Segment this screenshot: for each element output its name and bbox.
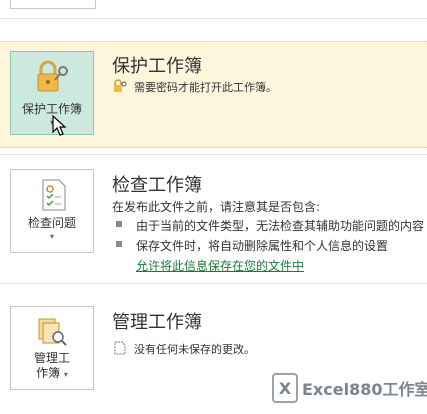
bullet-marker <box>116 241 122 247</box>
protect-workbook-button[interactable]: 保护工作簿 ▾ <box>10 51 94 136</box>
inspect-bullet-item: 保存文件时，将自动删除属性和个人信息的设置 <box>136 239 389 253</box>
manage-workbook-title: 管理工作簿 <box>112 312 202 333</box>
lock-small-icon <box>114 79 127 92</box>
inspect-bullet-item: 由于当前的文件类型，无法检查其辅助功能问题的内容 <box>136 219 425 233</box>
divider <box>0 154 427 155</box>
divider <box>0 283 427 284</box>
protect-workbook-section: 保护工作簿 ▾ 保护工作簿 需要密码才能打开此工作簿。 <box>0 41 427 148</box>
manage-workbook-button[interactable]: 管理工 作簿 ▾ <box>10 306 94 390</box>
inspect-intro: 在发布此文件之前，请注意其是否包含: <box>112 200 321 214</box>
bullet-marker <box>116 221 122 227</box>
allow-save-info-link[interactable]: 允许将此信息保存在您的文件中 <box>136 257 304 274</box>
protect-workbook-title: 保护工作簿 <box>112 56 202 77</box>
protect-description: 需要密码才能打开此工作簿。 <box>134 81 277 94</box>
inspect-document-icon <box>11 178 93 212</box>
check-for-issues-button[interactable]: 检查问题 ▾ <box>10 169 94 253</box>
mouse-cursor-icon <box>52 115 67 136</box>
manage-workbook-label-line2: 作簿 <box>36 366 61 380</box>
watermark-text: Excel880工作室 <box>302 380 427 399</box>
chevron-down-icon: ▾ <box>49 232 54 241</box>
divider <box>0 18 427 19</box>
check-for-issues-label: 检查问题 <box>27 216 76 230</box>
manage-versions-icon <box>11 315 93 349</box>
lock-key-icon <box>11 60 93 94</box>
previous-tile-bottom <box>10 0 96 9</box>
watermark: X Excel880工作室 <box>272 372 427 404</box>
chevron-down-icon: ▾ <box>63 370 68 379</box>
manage-description: 没有任何未保存的更改。 <box>134 343 255 356</box>
inspect-workbook-title: 检查工作簿 <box>112 175 202 196</box>
manage-workbook-label: 作簿 ▾ <box>11 366 93 382</box>
manage-workbook-label: 管理工 <box>33 351 70 365</box>
document-icon <box>114 341 126 355</box>
excel-logo-icon: X <box>272 373 298 403</box>
